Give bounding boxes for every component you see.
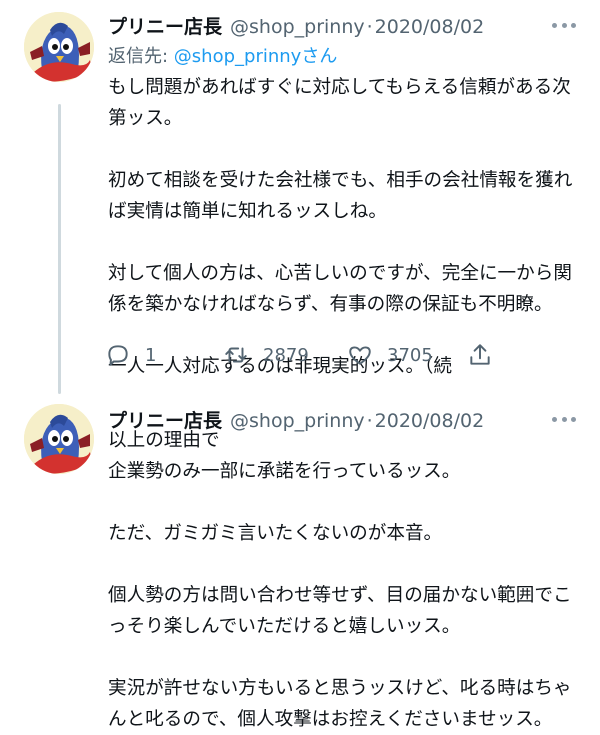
- thread-connector-line: [58, 104, 61, 394]
- tweet-date[interactable]: 2020/08/02: [375, 16, 485, 38]
- reply-prefix: 返信先:: [108, 46, 174, 67]
- tweet-text-line: 個人勢の方は問い合わせ等せず、目の届かない範囲でこ: [108, 585, 572, 606]
- more-horizontal-icon[interactable]: [552, 20, 576, 30]
- tweet-text-line: 以上の理由で: [108, 430, 220, 451]
- display-name[interactable]: プリニー店長: [108, 12, 222, 39]
- retweet-button[interactable]: 2879: [223, 338, 309, 372]
- share-button[interactable]: [467, 338, 493, 372]
- reply-suffix: さん: [301, 46, 338, 67]
- reply-button[interactable]: 1: [105, 338, 156, 372]
- replying-to: 返信先: @shop_prinnyさん: [108, 42, 337, 68]
- more-horizontal-icon[interactable]: [552, 414, 576, 424]
- tweet-text-line: ただ、ガミガミ言いたくないのが本音。: [108, 523, 443, 544]
- tweet-text-line: っそり楽しんでいただけると嬉しいッス。: [108, 616, 461, 637]
- like-count: 3705: [387, 344, 433, 366]
- prinny-avatar-icon: [24, 404, 94, 474]
- reply-mention-link[interactable]: @shop_prinny: [174, 46, 302, 67]
- tweet-text-line: 対して個人の方は、心苦しいのですが、完全に一から関: [108, 263, 572, 284]
- heart-icon: [349, 346, 371, 365]
- reply-bubble-icon: [108, 345, 128, 366]
- avatar[interactable]: [24, 404, 94, 474]
- tweet-text-line: 初めて相談を受けた会社様でも、相手の会社情報を獲れ: [108, 170, 573, 191]
- tweet-text-line: 企業勢のみ一部に承諾を行っているッス。: [108, 461, 461, 482]
- prinny-avatar-icon: [24, 12, 94, 82]
- tweet-text-line: んと叱るので、個人攻撃はお控えくださいませッス。: [108, 709, 553, 730]
- retweet-icon: [225, 347, 247, 363]
- like-button[interactable]: 3705: [347, 338, 433, 372]
- reply-count: 1: [145, 344, 157, 366]
- tweet-text-line: 係を築かなければならず、有事の際の保証も不明瞭。: [108, 294, 553, 315]
- tweet-text-line: ば実情は簡単に知れるッスしね。: [108, 201, 387, 222]
- handle[interactable]: @shop_prinny: [230, 16, 365, 38]
- tweet-text: もし問題があればすぐに対応してもらえる信頼がある次 第ッス。 初めて相談を受けた…: [108, 72, 578, 382]
- tweet-text-line: もし問題があればすぐに対応してもらえる信頼がある次: [108, 77, 571, 98]
- retweet-count: 2879: [263, 344, 309, 366]
- share-upload-icon: [470, 344, 490, 365]
- separator-dot: ·: [366, 16, 373, 38]
- avatar[interactable]: [24, 12, 94, 82]
- tweet-text: 以上の理由で 企業勢のみ一部に承諾を行っているッス。 ただ、ガミガミ言いたくない…: [108, 425, 578, 735]
- tweet-text-line: 実況が許せない方もいると思うッスけど、叱る時はちゃ: [108, 678, 572, 699]
- tweet-text-line: 第ッス。: [108, 108, 183, 129]
- tweet-actions: 1 2879 3705: [105, 338, 505, 372]
